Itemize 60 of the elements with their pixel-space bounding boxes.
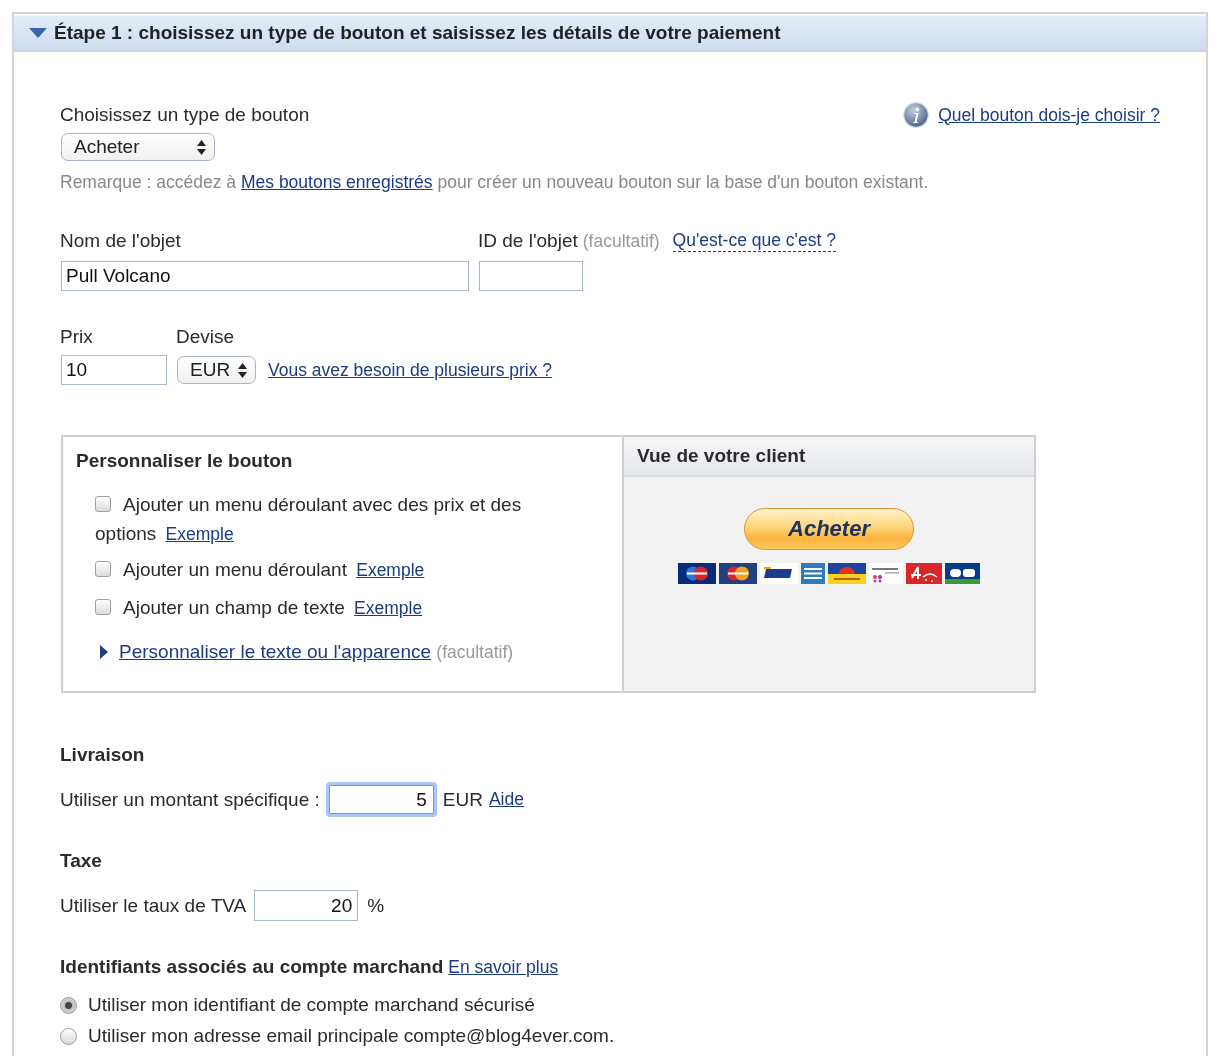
help-link[interactable]: Aide (488, 789, 524, 810)
checkbox-option[interactable]: Ajouter un menu déroulant avec des prix et des options Exemple (95, 490, 565, 549)
percent-label: % (367, 894, 385, 917)
section-title: Étape 1 : choisissez un type de bouton et saisissez les détails de votre paiement (54, 22, 781, 44)
example-link[interactable]: Exemple (356, 560, 425, 580)
field-label: ID de l'objet (478, 230, 578, 252)
checkbox[interactable] (95, 496, 111, 512)
shipping-amount-field[interactable]: 5 (325, 782, 437, 817)
field-label: Utiliser un montant spécifique : (60, 788, 320, 811)
example-link[interactable]: Exemple (165, 524, 234, 544)
example-link[interactable]: Exemple (354, 598, 423, 618)
field-label: Prix (60, 326, 94, 348)
radio-button[interactable] (60, 1027, 77, 1045)
customize-appearance-link[interactable]: Personnaliser le texte ou l'apparence (119, 641, 432, 662)
radio-button[interactable] (60, 996, 77, 1014)
button-type-select[interactable]: Acheter (61, 133, 215, 161)
field-label: Choisissez un type de bouton (60, 104, 310, 126)
learn-more-link[interactable]: En savoir plus (448, 956, 559, 978)
card-logo-icon (945, 563, 980, 584)
card-logo-icon (828, 563, 866, 584)
currency-label: EUR (442, 788, 483, 811)
checkbox[interactable] (95, 561, 111, 577)
card-logo-icon (869, 563, 903, 584)
saved-buttons-link[interactable]: Mes boutons enregistrés (240, 172, 433, 192)
checkbox[interactable] (95, 599, 111, 615)
radio-label: Utiliser mon identifiant de compte marchand sécurisé (88, 994, 535, 1016)
card-logo-icon (760, 563, 798, 584)
section-heading: Taxe (60, 850, 103, 872)
caret-down-icon[interactable] (29, 28, 47, 38)
price-field[interactable]: 10 (61, 355, 167, 385)
vat-rate-field[interactable]: 20 (254, 890, 359, 921)
up-down-caret-icon (238, 362, 247, 378)
currency-select[interactable]: EUR (177, 356, 256, 384)
field-label: Devise (176, 326, 236, 348)
field-label: Nom de l'objet (60, 230, 182, 252)
preview-title: Vue de votre client (637, 445, 806, 467)
card-logo-icon (678, 563, 716, 584)
item-id-field[interactable] (479, 261, 583, 291)
up-down-caret-icon (197, 139, 206, 155)
item-name-field[interactable]: Pull Volcano (61, 261, 469, 291)
section-header[interactable]: Étape 1 : choisissez un type de bouton et saisissez les détails de votre paiement (14, 14, 1206, 52)
help-link[interactable]: Qu'est-ce que c'est ? (672, 230, 836, 252)
caret-right-icon[interactable] (100, 645, 108, 659)
info-icon (903, 102, 930, 128)
card-logo-icon (801, 563, 825, 584)
card-logo-icon (719, 563, 757, 584)
help-link[interactable]: Quel bouton dois-je choisir ? (938, 104, 1160, 126)
card-logo-icon (906, 563, 942, 584)
multiple-prices-link[interactable]: Vous avez besoin de plusieurs prix ? (268, 359, 1160, 381)
field-label: Utiliser le taux de TVA (60, 894, 247, 917)
note-text: Remarque : accédez à Mes boutons enregistrés pour créer un nouveau bouton sur la base d'un bouton existant. (60, 172, 930, 192)
section-heading: Identifiants associés au compte marchand (60, 956, 444, 978)
section-heading: Livraison (60, 744, 146, 766)
buy-button-preview: Acheter (744, 508, 914, 550)
box-heading: Personnaliser le bouton (76, 450, 294, 472)
optional-hint: (facultatif) (436, 642, 514, 662)
checkbox-option[interactable]: Ajouter un champ de texte Exemple (95, 593, 565, 623)
optional-hint: (facultatif) (582, 230, 660, 252)
checkbox-option[interactable]: Ajouter un menu déroulant Exemple (95, 555, 565, 585)
radio-label: Utiliser mon adresse email principale compte@blog4ever.com. (88, 1025, 615, 1047)
